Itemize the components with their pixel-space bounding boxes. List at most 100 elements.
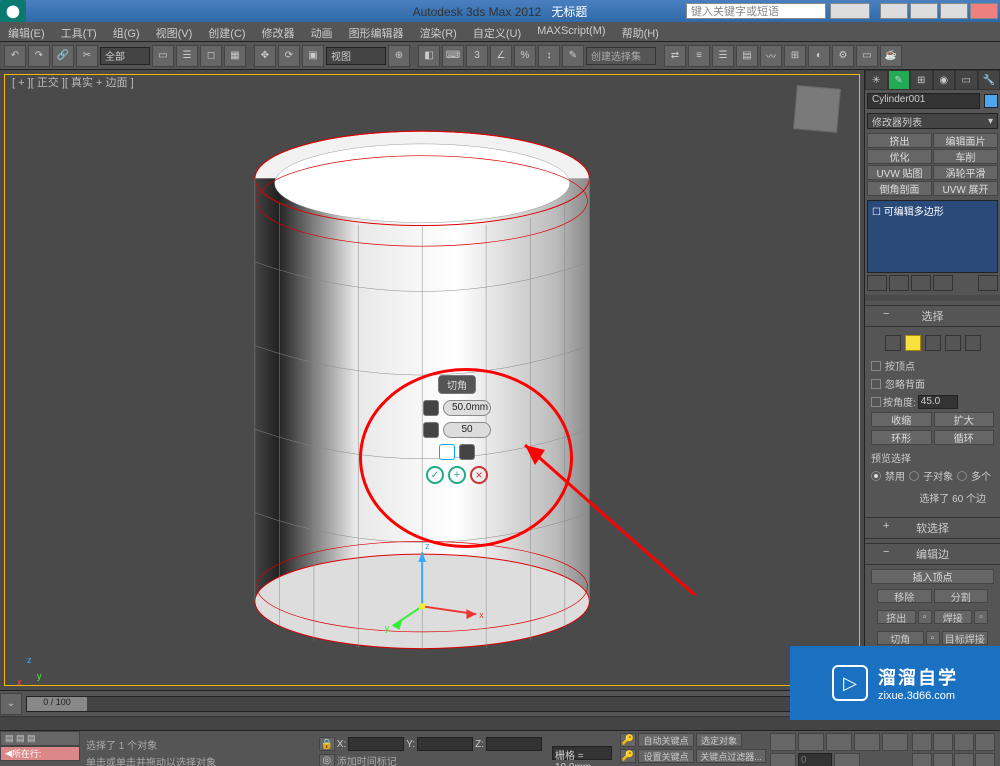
edit-set-button[interactable]: ✎ <box>562 45 584 67</box>
extrude-settings-button[interactable]: ▫ <box>918 610 932 624</box>
remove-modifier-button[interactable] <box>933 275 953 291</box>
viewcube[interactable] <box>793 85 841 133</box>
subobj-border[interactable] <box>925 335 941 351</box>
minimize-button[interactable] <box>880 3 908 19</box>
utilities-tab[interactable]: 🔧 <box>978 70 1000 90</box>
btn-turbosmooth[interactable]: 涡轮平滑 <box>933 165 998 180</box>
chamfer-ok-button[interactable] <box>426 466 444 484</box>
subobj-element[interactable] <box>965 335 981 351</box>
remove-button[interactable]: 移除 <box>877 589 932 603</box>
snap-toggle-button[interactable]: 3 <box>466 45 488 67</box>
object-color-swatch[interactable] <box>984 94 998 108</box>
subobj-vertex[interactable] <box>885 335 901 351</box>
redo-button[interactable]: ↷ <box>28 45 50 67</box>
selection-rollout-header[interactable]: 选择 <box>865 305 1000 327</box>
curve-editor-button[interactable]: 〰 <box>760 45 782 67</box>
manipulate-button[interactable]: ◧ <box>418 45 440 67</box>
align-button[interactable]: ≡ <box>688 45 710 67</box>
coord-x-input[interactable] <box>348 737 404 751</box>
selection-filter-dropdown[interactable]: 全部 <box>100 47 150 65</box>
keyboard-shortcut-button[interactable]: ⌨ <box>442 45 464 67</box>
select-move-button[interactable]: ✥ <box>254 45 276 67</box>
time-config-button[interactable]: ⌄ <box>0 693 22 715</box>
key-mode-button[interactable]: 🔑 <box>620 749 636 763</box>
btn-uvw-map[interactable]: UVW 贴图 <box>867 165 932 180</box>
select-rotate-button[interactable]: ⟳ <box>278 45 300 67</box>
menu-rendering[interactable]: 渲染(R) <box>412 22 465 41</box>
soft-selection-rollout-header[interactable]: 软选择 <box>865 517 1000 539</box>
zoom-extents-button[interactable] <box>954 733 974 751</box>
chamfer-amount-input[interactable]: 50.0mm <box>443 400 491 416</box>
menu-maxscript[interactable]: MAXScript(M) <box>529 22 613 41</box>
render-setup-button[interactable]: ⚙ <box>832 45 854 67</box>
insert-vertex-button[interactable]: 插入顶点 <box>871 569 994 584</box>
material-editor-button[interactable]: ◐ <box>808 45 830 67</box>
make-unique-button[interactable] <box>911 275 931 291</box>
chamfer-segments-icon[interactable] <box>423 422 439 438</box>
set-key-button[interactable]: 设置关键点 <box>638 749 694 763</box>
modifier-stack-item[interactable]: ☐ 可编辑多边形 <box>868 201 997 220</box>
edit-edges-rollout-header[interactable]: 编辑边 <box>865 543 1000 565</box>
lock-selection-button[interactable]: 🔒 <box>319 737 335 751</box>
select-region-button[interactable]: ◻ <box>200 45 222 67</box>
unlink-button[interactable]: ✂ <box>76 45 98 67</box>
create-tab[interactable]: ✳ <box>865 70 888 90</box>
chamfer-cancel-button[interactable] <box>470 466 488 484</box>
script-toggle-button[interactable]: ▤ ▤ ▤ <box>0 731 80 746</box>
goto-start-button[interactable] <box>770 733 796 751</box>
menu-graph-editors[interactable]: 图形编辑器 <box>341 22 412 41</box>
link-button[interactable]: 🔗 <box>52 45 74 67</box>
menu-tools[interactable]: 工具(T) <box>53 22 105 41</box>
orbit-button[interactable] <box>954 753 974 766</box>
key-filters-button[interactable]: 关键点过滤器... <box>696 749 766 763</box>
menu-customize[interactable]: 自定义(U) <box>465 22 529 41</box>
percent-snap-button[interactable]: % <box>514 45 536 67</box>
menu-animation[interactable]: 动画 <box>303 22 341 41</box>
motion-tab[interactable]: ◉ <box>933 70 956 90</box>
subobj-polygon[interactable] <box>945 335 961 351</box>
max-toggle-button[interactable] <box>975 753 995 766</box>
prev-frame-button[interactable] <box>798 733 824 751</box>
menu-modifiers[interactable]: 修改器 <box>254 22 303 41</box>
app-icon[interactable]: ⬤ <box>0 0 26 22</box>
ring-button[interactable]: 环形 <box>871 430 932 445</box>
chamfer-settings-button[interactable]: ▫ <box>926 631 940 645</box>
now-at-button[interactable]: ◀ 所在行: <box>0 746 80 761</box>
render-button[interactable]: ☕ <box>880 45 902 67</box>
chamfer-button[interactable]: 切角 <box>877 631 924 645</box>
configure-sets-button[interactable] <box>978 275 998 291</box>
time-config-button-2[interactable] <box>834 753 860 766</box>
spinner-snap-button[interactable]: ↕ <box>538 45 560 67</box>
fov-button[interactable] <box>912 753 932 766</box>
selection-set-input[interactable]: 创建选择集 <box>586 47 656 65</box>
set-key-key-button[interactable]: 🔑 <box>620 733 636 747</box>
select-object-button[interactable]: ▭ <box>152 45 174 67</box>
object-name-input[interactable]: Cylinder001 <box>867 93 980 109</box>
split-button[interactable]: 分割 <box>934 589 989 603</box>
pivot-button[interactable]: ⊕ <box>388 45 410 67</box>
ribbon-button[interactable]: ▤ <box>736 45 758 67</box>
coord-z-input[interactable] <box>486 737 542 751</box>
viewport-label[interactable]: [ + ][ 正交 ][ 真实 + 边面 ] <box>12 74 134 90</box>
chamfer-smooth-icon[interactable] <box>459 444 475 460</box>
chamfer-segments-input[interactable]: 50 <box>443 422 491 438</box>
btn-lathe[interactable]: 车削 <box>933 149 998 164</box>
menu-group[interactable]: 组(G) <box>105 22 148 41</box>
help-search-input[interactable]: 键入关键字或短语 <box>686 3 826 19</box>
auto-key-button[interactable]: 自动关键点 <box>638 733 694 747</box>
preview-off-radio[interactable] <box>871 471 881 481</box>
maximize-button[interactable] <box>910 3 938 19</box>
btn-uvw-unwrap[interactable]: UVW 展开 <box>933 181 998 196</box>
ignore-backfacing-checkbox[interactable] <box>871 379 881 389</box>
preview-subobj-radio[interactable] <box>909 471 919 481</box>
menu-help[interactable]: 帮助(H) <box>614 22 667 41</box>
weld-button[interactable]: 焊接 <box>934 610 973 624</box>
time-slider-handle[interactable]: 0 / 100 <box>27 697 87 711</box>
menu-edit[interactable]: 编辑(E) <box>0 22 53 41</box>
select-by-name-button[interactable]: ☰ <box>176 45 198 67</box>
key-mode-toggle[interactable] <box>770 753 796 766</box>
chamfer-open-icon[interactable] <box>439 444 455 460</box>
show-end-result-button[interactable] <box>889 275 909 291</box>
close-button[interactable] <box>970 3 998 19</box>
rendered-frame-button[interactable]: ▭ <box>856 45 878 67</box>
